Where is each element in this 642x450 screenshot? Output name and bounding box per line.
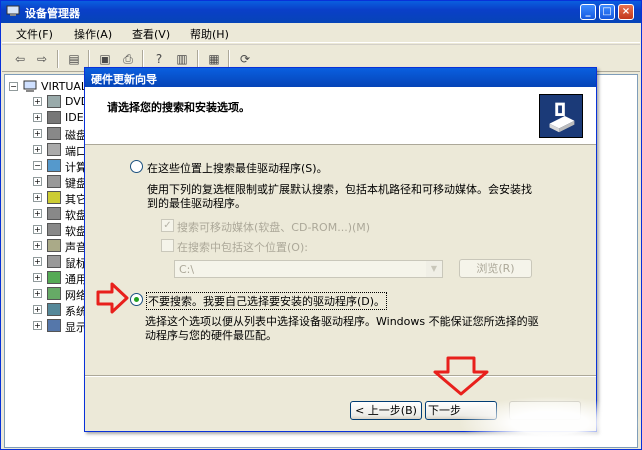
hardware-update-wizard: 硬件更新向导 请选择您的搜索和安装选项。 在这些位置上搜索最佳驱动程序(S)。 … — [84, 67, 597, 432]
annotation-arrow-right-icon — [96, 282, 129, 314]
wizard-title: 硬件更新向导 — [91, 73, 157, 86]
print-icon[interactable]: ⎙ — [118, 49, 138, 69]
menu-view[interactable]: 查看(V) — [132, 26, 170, 42]
device-category-icon — [47, 255, 61, 268]
search-removable-media-label: 搜索可移动媒体(软盘、CD-ROM...)(M) — [177, 221, 371, 234]
device-manager-icon — [6, 5, 20, 16]
search-removable-media-checkbox[interactable]: ✓ — [161, 219, 174, 232]
device-category-icon — [47, 143, 61, 156]
device-category-icon — [47, 319, 61, 332]
device-category-icon — [47, 175, 61, 188]
expand-icon[interactable]: + — [33, 193, 42, 202]
expand-icon[interactable]: + — [33, 97, 42, 106]
menu-file[interactable]: 文件(F) — [16, 26, 53, 42]
expand-icon[interactable]: + — [33, 257, 42, 266]
hardware-install-icon — [539, 94, 583, 138]
menu-bar: 文件(F) 操作(A) 查看(V) 帮助(H) — [2, 23, 640, 43]
option1-description-line2: 到的最佳驱动程序。 — [147, 197, 246, 210]
properties-icon[interactable]: ▣ — [95, 49, 115, 69]
browse-button[interactable]: 浏览(R) — [459, 259, 532, 278]
close-button[interactable]: × — [618, 4, 634, 20]
search-best-driver-label[interactable]: 在这些位置上搜索最佳驱动程序(S)。 — [147, 160, 328, 176]
show-hide-tree-icon[interactable]: ▤ — [64, 49, 84, 69]
expand-icon[interactable]: + — [33, 209, 42, 218]
back-button[interactable]: < 上一步(B) — [350, 401, 422, 420]
include-location-checkbox[interactable] — [161, 239, 174, 252]
tree-root-label: VIRTUAL — [41, 80, 88, 93]
expand-icon[interactable]: + — [33, 225, 42, 234]
wizard-divider — [85, 375, 596, 377]
device-category-icon — [47, 191, 61, 204]
device-category-icon — [47, 239, 61, 252]
tree-item-label: IDE — [65, 111, 84, 124]
expand-icon[interactable]: + — [33, 289, 42, 298]
expand-icon[interactable]: + — [33, 177, 42, 186]
option2-description-line2: 动程序与您的硬件最匹配。 — [145, 329, 277, 342]
title-bar[interactable]: 设备管理器 _ □ × — [1, 1, 641, 23]
computer-icon[interactable]: ▦ — [204, 49, 224, 69]
dont-search-radio[interactable] — [130, 293, 143, 306]
dont-search-label[interactable]: 不要搜索。我要自己选择要安装的驱动程序(D)。 — [146, 292, 388, 310]
computer-icon — [23, 80, 37, 92]
device-category-icon — [47, 303, 61, 316]
wizard-title-bar[interactable]: 硬件更新向导 — [85, 68, 596, 87]
window-icon[interactable]: ▥ — [172, 49, 192, 69]
menu-help[interactable]: 帮助(H) — [190, 26, 229, 42]
back-icon[interactable]: ⇦ — [10, 49, 30, 69]
location-value: C:\ — [179, 263, 195, 276]
collapse-icon[interactable]: − — [9, 82, 18, 91]
watermark — [458, 396, 642, 450]
wizard-header: 请选择您的搜索和安装选项。 — [85, 87, 596, 145]
device-category-icon — [47, 223, 61, 236]
location-combobox[interactable]: C:\ ▼ — [174, 260, 443, 278]
collapse-icon[interactable]: − — [33, 161, 42, 170]
chevron-down-icon[interactable]: ▼ — [426, 261, 442, 277]
expand-icon[interactable]: + — [33, 305, 42, 314]
annotation-arrow-down-icon — [433, 356, 489, 396]
device-category-icon — [47, 127, 61, 140]
expand-icon[interactable]: + — [33, 145, 42, 154]
window-title: 设备管理器 — [25, 7, 80, 20]
expand-icon[interactable]: + — [33, 113, 42, 122]
device-category-icon — [47, 207, 61, 220]
maximize-button[interactable]: □ — [599, 4, 615, 20]
expand-icon[interactable]: + — [33, 241, 42, 250]
menu-action[interactable]: 操作(A) — [74, 26, 112, 42]
help-icon[interactable]: ? — [149, 49, 169, 69]
scan-hardware-icon[interactable]: ⟳ — [235, 49, 255, 69]
device-category-icon — [47, 271, 61, 284]
device-category-icon — [47, 287, 61, 300]
expand-icon[interactable]: + — [33, 321, 42, 330]
wizard-heading: 请选择您的搜索和安装选项。 — [107, 101, 250, 114]
device-category-icon — [47, 111, 61, 124]
expand-icon[interactable]: + — [33, 273, 42, 282]
forward-icon[interactable]: ⇨ — [32, 49, 52, 69]
minimize-button[interactable]: _ — [580, 4, 596, 20]
device-category-icon — [47, 159, 61, 172]
device-category-icon — [47, 95, 61, 108]
include-location-label: 在搜索中包括这个位置(O): — [177, 241, 308, 254]
expand-icon[interactable]: + — [33, 129, 42, 138]
search-best-driver-radio[interactable] — [130, 160, 143, 173]
